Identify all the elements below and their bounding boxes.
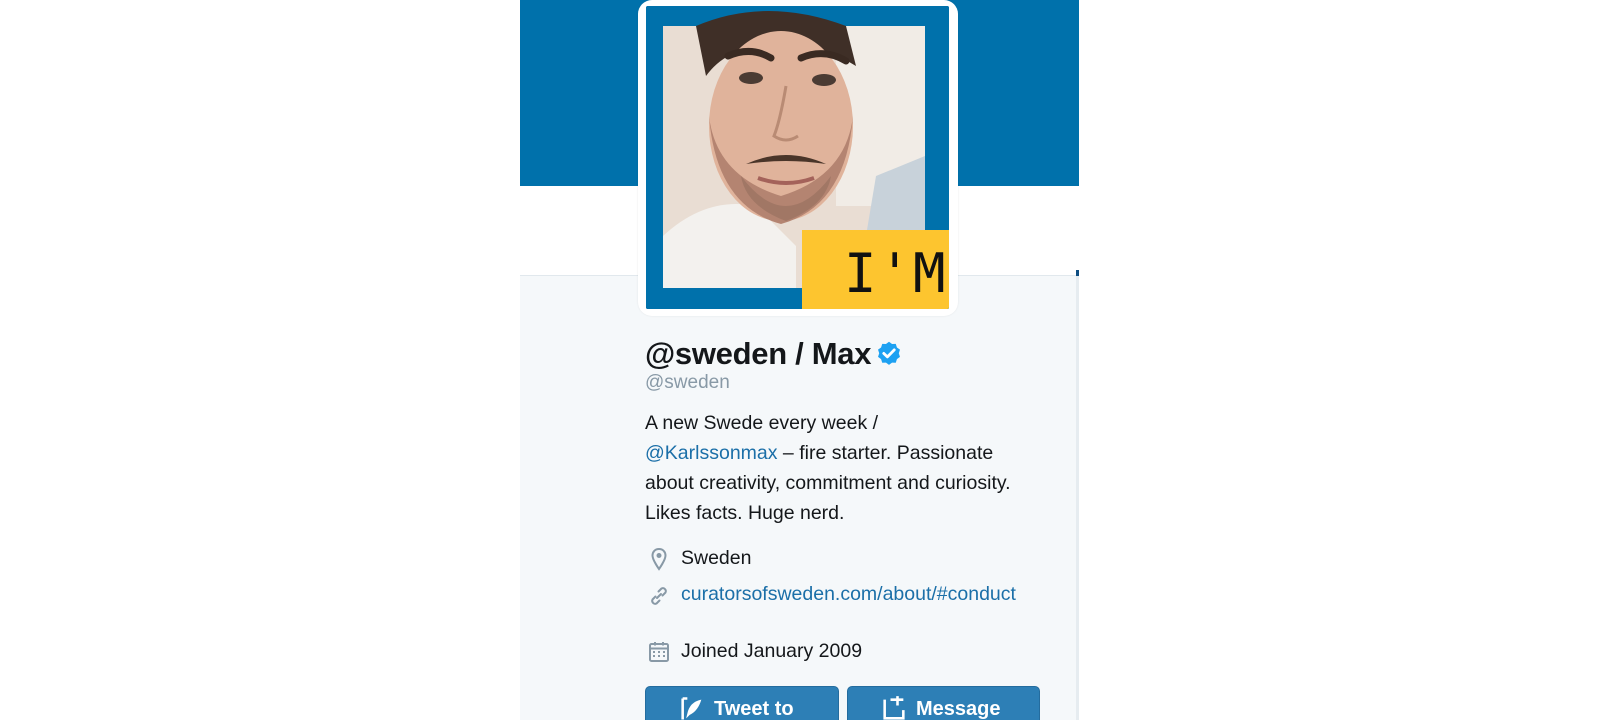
quill-icon (681, 697, 702, 720)
message-button[interactable]: Message (847, 686, 1040, 720)
calendar-icon (649, 642, 669, 662)
bio: A new Swede every week / @Karlssonmax – … (645, 408, 1040, 528)
location-pin-icon (651, 547, 667, 571)
joined-text: Joined January 2009 (681, 640, 863, 662)
handle[interactable]: @sweden (645, 372, 730, 394)
tweet-to-button[interactable]: Tweet to (645, 686, 839, 720)
location-row: Sweden (647, 547, 751, 571)
joined-row: Joined January 2009 (647, 640, 862, 664)
message-icon (883, 696, 905, 720)
bio-mention-link[interactable]: @Karlssonmax (645, 442, 778, 464)
display-name-row: @sweden / Max (645, 334, 903, 374)
website-link[interactable]: curatorsofsweden.com/about/#conduct (681, 584, 1041, 605)
divider-accent (1076, 270, 1079, 276)
display-name[interactable]: @sweden / Max (645, 336, 871, 372)
profile-avatar[interactable]: I'M (638, 0, 958, 316)
avatar-badge-text: I'M (844, 242, 948, 305)
divider (1076, 270, 1079, 720)
verified-badge-icon (878, 341, 901, 365)
tweet-to-label: Tweet to (714, 697, 794, 720)
profile-card: I'M @sweden / Max @sweden A new Swede ev… (520, 0, 1079, 720)
link-icon (651, 587, 667, 605)
website-row: curatorsofsweden.com/about/#conduct (647, 584, 1041, 608)
location-text: Sweden (681, 547, 752, 569)
bio-text-start: A new Swede every week / (645, 412, 879, 434)
message-label: Message (916, 697, 1001, 720)
